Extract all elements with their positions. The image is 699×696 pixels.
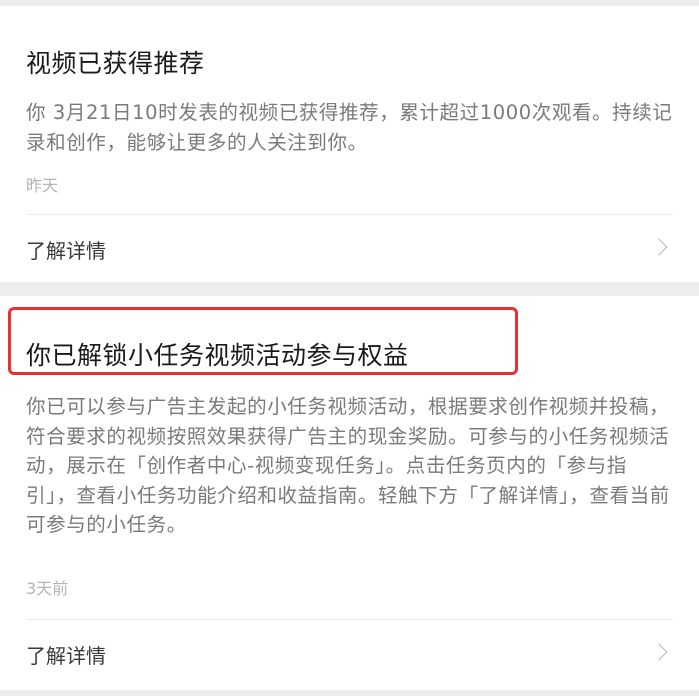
notification-body: 你已可以参与广告主发起的小任务视频活动，根据要求创作视频并投稿，符合要求的视频按…: [26, 395, 670, 536]
learn-more-row[interactable]: 了解详情: [0, 215, 699, 279]
learn-more-label: 了解详情: [26, 644, 106, 668]
notification-timestamp: 昨天: [26, 176, 59, 195]
notification-title: 视频已获得推荐: [26, 49, 205, 78]
chevron-right-icon: [650, 238, 668, 256]
chevron-right-icon: [650, 643, 668, 661]
learn-more-row[interactable]: 了解详情: [0, 620, 699, 684]
notification-timestamp: 3天前: [26, 579, 69, 598]
notification-card-recommended: 视频已获得推荐 你 3月21日10时发表的视频已获得推荐，累计超过1000次观看…: [0, 6, 699, 282]
learn-more-label: 了解详情: [26, 239, 106, 263]
notification-body: 你 3月21日10时发表的视频已获得推荐，累计超过1000次观看。持续记录和创作…: [26, 101, 673, 154]
highlight-annotation-box: [8, 307, 518, 375]
